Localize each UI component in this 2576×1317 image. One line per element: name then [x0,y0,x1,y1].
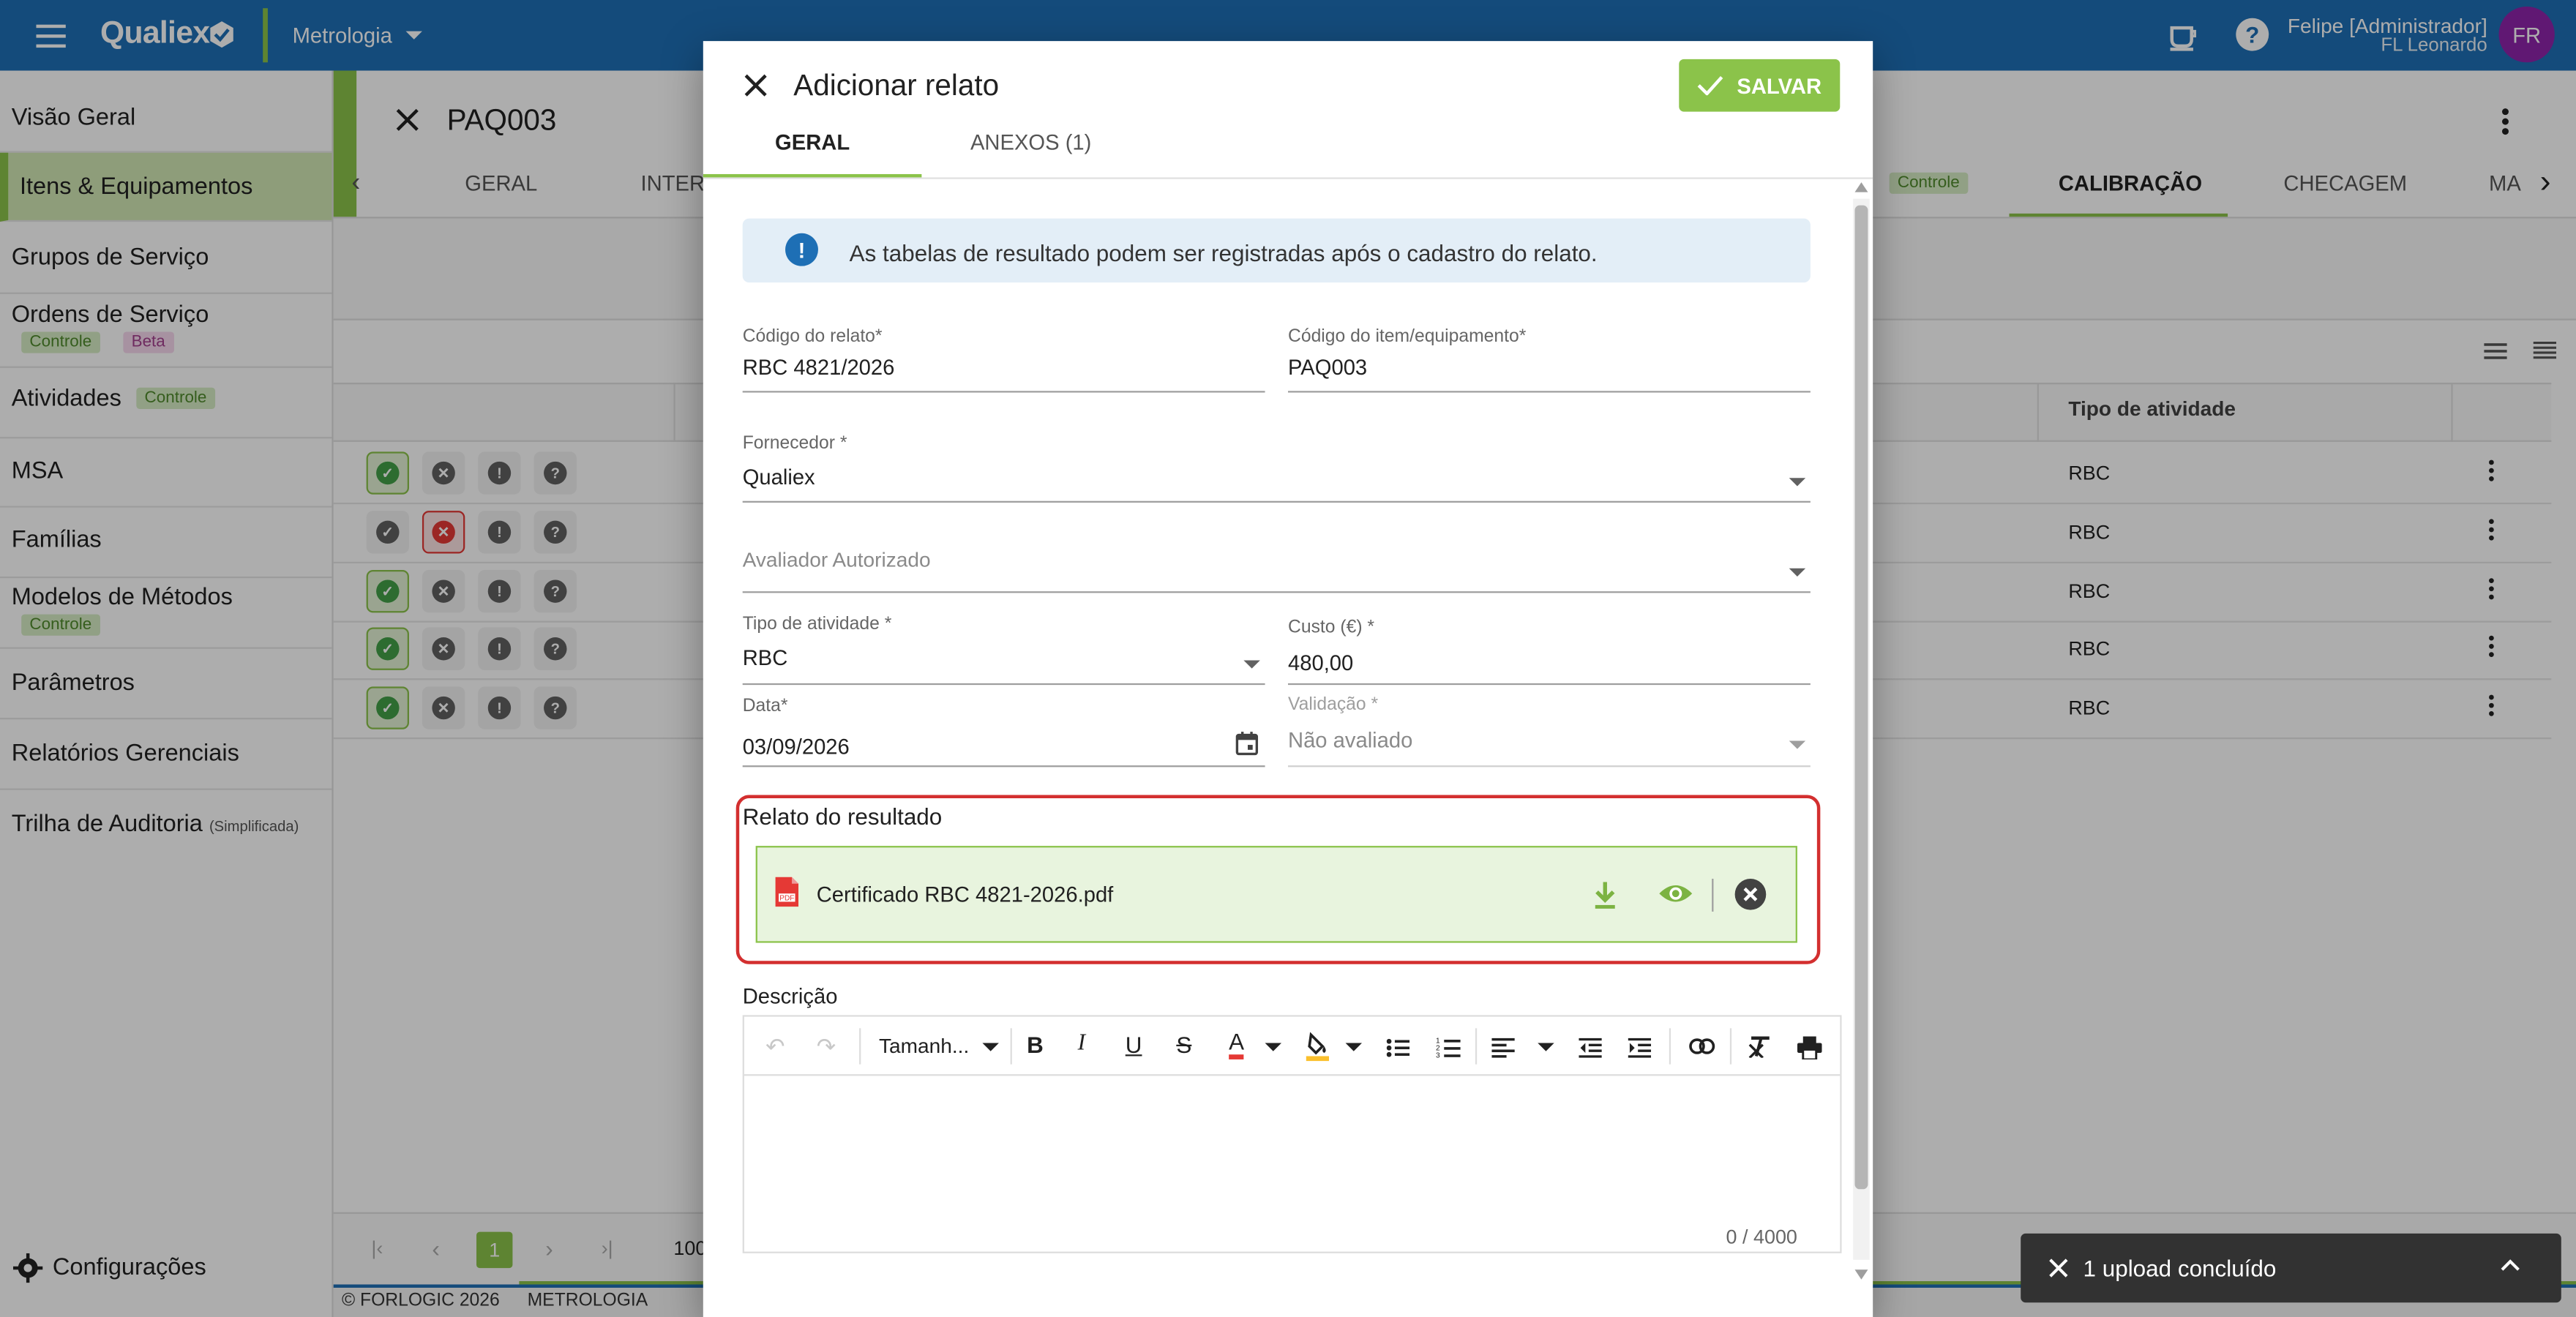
field-underline [742,591,1811,593]
char-counter: 0 / 4000 [1726,1225,1797,1249]
field-underline [1288,391,1811,393]
scrollbar-thumb[interactable] [1854,205,1868,1190]
description-label: Descrição [742,983,838,1009]
chevron-down-icon[interactable] [1243,660,1260,669]
numbered-list-icon[interactable]: 123 [1436,1037,1461,1058]
field-underline [742,683,1265,686]
text-color-icon[interactable]: A [1229,1028,1245,1059]
link-icon[interactable] [1689,1038,1715,1054]
print-icon[interactable] [1797,1036,1822,1059]
strikethrough-icon[interactable]: S [1176,1032,1191,1058]
calendar-icon[interactable] [1235,731,1259,756]
add-report-dialog: Adicionar relato SALVAR GERAL ANEXOS (1)… [703,41,1873,1317]
date-field[interactable]: 03/09/2026 [743,734,850,759]
item-code-field[interactable]: PAQ003 [1288,355,1367,380]
chevron-up-icon[interactable] [2501,1258,2520,1272]
field-underline [742,391,1265,393]
toolbar-separator [1729,1028,1732,1065]
highlight-color-icon[interactable] [1306,1032,1330,1062]
field-underline [1288,765,1811,768]
font-size-select[interactable]: Tamanh... [879,1035,999,1058]
activity-type-select[interactable]: RBC [743,645,788,670]
file-name: Certificado RBC 4821-2026.pdf [816,882,1114,907]
report-code-field[interactable]: RBC 4821/2026 [743,355,895,380]
evaluator-select[interactable]: Avaliador Autorizado [743,549,931,571]
view-icon[interactable] [1658,882,1693,905]
scroll-up-arrow[interactable] [1854,182,1868,192]
check-icon [1698,75,1724,96]
toast-message: 1 upload concluído [2083,1255,2277,1282]
cost-field[interactable]: 480,00 [1288,650,1353,675]
upload-toast: 1 upload concluído [2021,1233,2561,1303]
undo-icon[interactable]: ↶ [765,1033,785,1061]
chevron-down-icon[interactable] [1789,740,1806,749]
toolbar-separator [1475,1028,1478,1065]
description-textarea[interactable] [744,1078,1840,1252]
chevron-down-icon[interactable] [1789,478,1806,487]
chevron-down-icon[interactable] [1789,568,1806,577]
activity-type-label: Tipo de atividade * [742,614,892,634]
dialog-title: Adicionar relato [793,69,1000,102]
rich-text-editor: ↶ ↷ Tamanh... B I U S A 123 0 / 4000 [742,1015,1842,1253]
indent-icon[interactable] [1628,1038,1652,1058]
toolbar-separator [1669,1028,1671,1065]
attached-file: PDF Certificado RBC 4821-2026.pdf [755,846,1797,943]
outdent-icon[interactable] [1579,1038,1602,1058]
supplier-label: Fornecedor * [742,433,847,454]
divider [1712,879,1714,912]
chevron-down-icon[interactable] [1538,1043,1554,1051]
field-underline [742,500,1811,503]
underline-icon[interactable]: U [1126,1032,1142,1058]
info-banner: ! As tabelas de resultado podem ser regi… [742,218,1811,283]
svg-text:3: 3 [1436,1052,1440,1058]
result-report-label: Relato do resultado [742,803,943,830]
validation-select[interactable]: Não avaliado [1288,727,1412,752]
close-icon[interactable] [2048,1258,2068,1278]
toolbar-separator [859,1028,861,1065]
field-underline [1288,683,1811,686]
bold-icon[interactable]: B [1027,1032,1044,1058]
item-code-label: Código do item/equipamento* [1288,326,1527,347]
pdf-badge: PDF [779,895,794,903]
info-icon: ! [785,233,818,266]
report-code-label: Código do relato* [742,326,883,347]
pdf-file-icon: PDF [774,876,800,909]
save-button-label: SALVAR [1737,72,1822,98]
bullet-list-icon[interactable] [1386,1038,1410,1058]
close-icon[interactable] [744,74,767,97]
redo-icon[interactable]: ↷ [817,1033,836,1061]
align-icon[interactable] [1491,1038,1515,1058]
tab-anexos[interactable]: ANEXOS (1) [921,130,1140,154]
toolbar-separator [1010,1028,1012,1065]
info-message: As tabelas de resultado podem ser regist… [849,239,1598,266]
supplier-select[interactable]: Qualiex [743,465,815,489]
chevron-down-icon [982,1042,999,1051]
save-button[interactable]: SALVAR [1679,59,1841,112]
validation-label: Validação * [1288,694,1379,715]
tabs-divider [703,177,1873,179]
download-icon[interactable] [1592,880,1618,909]
remove-file-icon[interactable] [1734,879,1767,910]
chevron-down-icon[interactable] [1345,1043,1363,1051]
date-label: Data* [742,696,788,716]
field-underline [742,765,1265,768]
italic-icon[interactable]: I [1078,1032,1085,1058]
clear-format-icon[interactable] [1748,1036,1771,1058]
scroll-down-arrow[interactable] [1854,1269,1868,1280]
tab-geral[interactable]: GERAL [703,130,922,154]
cost-label: Custo (€) * [1288,618,1375,638]
font-size-label: Tamanh... [879,1035,970,1058]
chevron-down-icon[interactable] [1265,1043,1282,1051]
